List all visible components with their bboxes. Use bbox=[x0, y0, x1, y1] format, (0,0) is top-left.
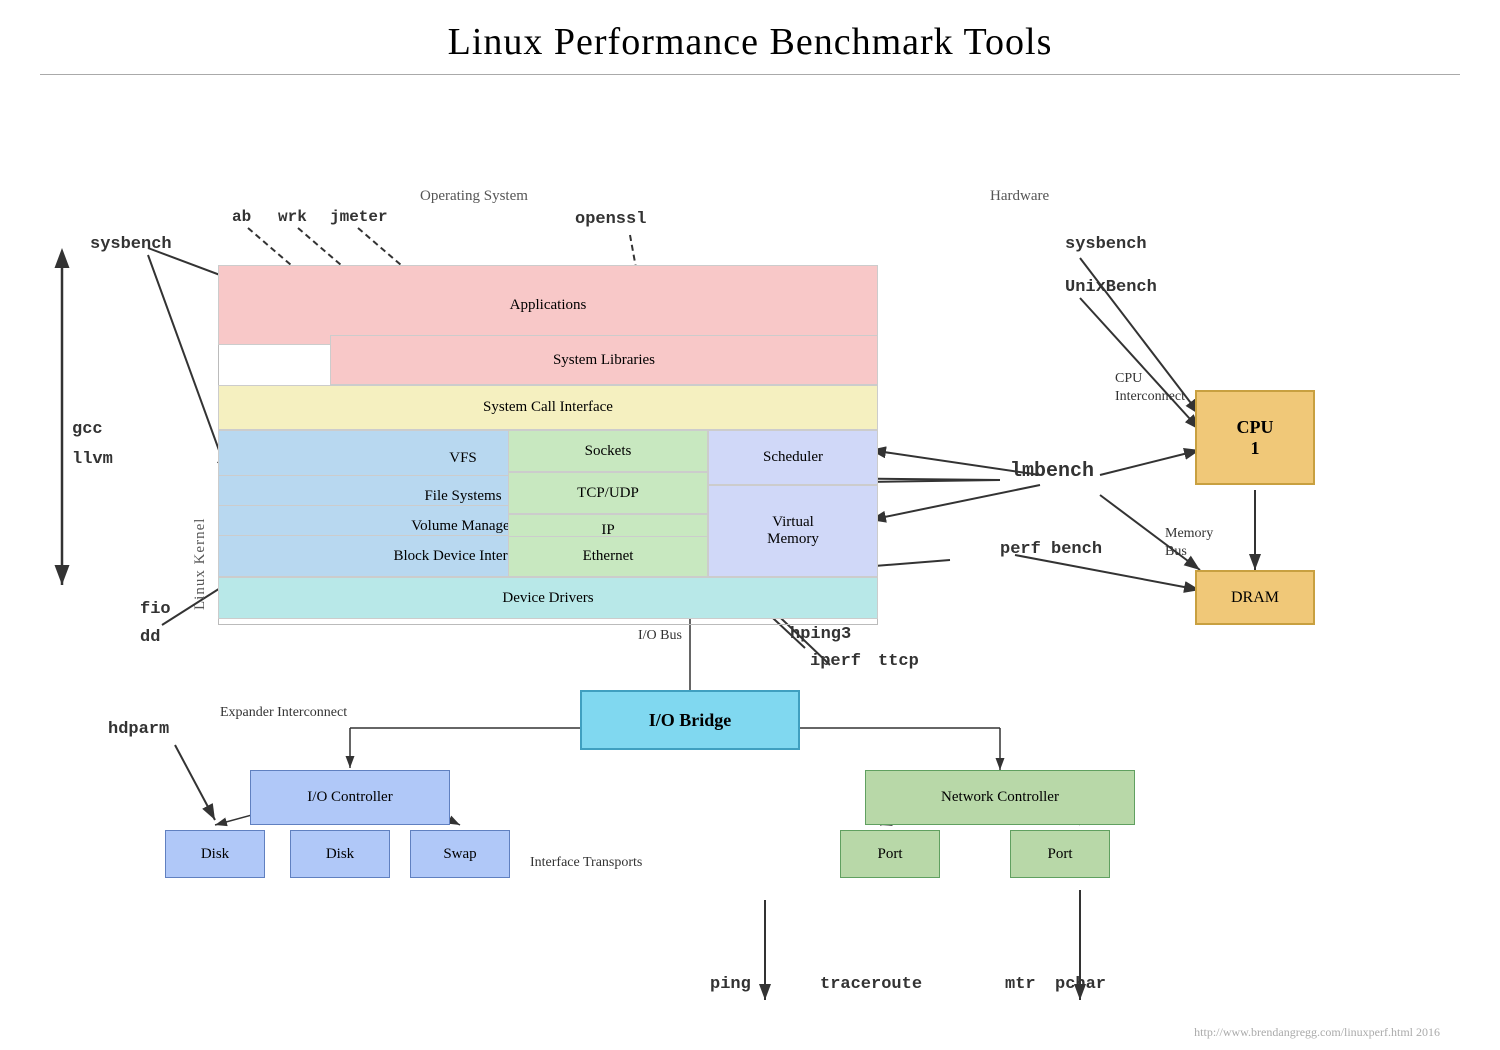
tool-fio: fio bbox=[140, 600, 171, 619]
tool-pchar: pchar bbox=[1055, 975, 1106, 994]
tool-hdparm: hdparm bbox=[108, 720, 169, 739]
tool-sysbench-left: sysbench bbox=[90, 235, 172, 254]
interface-transports-label: Interface Transports bbox=[530, 855, 642, 871]
tool-sysbench-right: sysbench bbox=[1065, 235, 1147, 254]
os-section-label: Operating System bbox=[420, 188, 528, 205]
dram-box: DRAM bbox=[1195, 570, 1315, 625]
network-controller-label: Network Controller bbox=[941, 789, 1059, 806]
port2-box: Port bbox=[1010, 830, 1110, 878]
swap-label: Swap bbox=[443, 846, 476, 863]
tool-hping3: hping3 bbox=[790, 625, 851, 644]
ethernet-box: Ethernet bbox=[508, 536, 708, 577]
tool-lmbench: lmbench bbox=[1010, 460, 1094, 483]
tool-mtr: mtr bbox=[1005, 975, 1036, 994]
tool-unixbench: UnixBench bbox=[1065, 278, 1157, 297]
tool-ping: ping bbox=[710, 975, 751, 994]
cpu-interconnect-label: CPUInterconnect bbox=[1115, 370, 1185, 406]
tool-jmeter: jmeter bbox=[330, 208, 388, 226]
tool-wrk: wrk bbox=[278, 208, 307, 226]
network-controller-box: Network Controller bbox=[865, 770, 1135, 825]
syscall-label: System Call Interface bbox=[483, 399, 613, 416]
device-drivers-label: Device Drivers bbox=[502, 590, 593, 607]
cpu-box: CPU 1 bbox=[1195, 390, 1315, 485]
expander-interconnect-label: Expander Interconnect bbox=[220, 705, 347, 721]
virtual-memory-box: Virtual Memory bbox=[708, 485, 878, 577]
title-divider bbox=[40, 74, 1460, 75]
io-controller-label: I/O Controller bbox=[307, 789, 392, 806]
disk1-box: Disk bbox=[165, 830, 265, 878]
filesystems-label: File Systems bbox=[424, 488, 501, 505]
ethernet-label: Ethernet bbox=[583, 548, 634, 565]
url-label: http://www.brendangregg.com/linuxperf.ht… bbox=[1194, 1025, 1440, 1040]
device-drivers-box: Device Drivers bbox=[218, 577, 878, 619]
vfs-label: VFS bbox=[449, 450, 477, 467]
tool-llvm: llvm bbox=[72, 450, 113, 469]
cpu-label: CPU 1 bbox=[1237, 417, 1274, 459]
io-controller-box: I/O Controller bbox=[250, 770, 450, 825]
tool-ab: ab bbox=[232, 208, 251, 226]
port1-box: Port bbox=[840, 830, 940, 878]
disk2-box: Disk bbox=[290, 830, 390, 878]
tool-gcc: gcc bbox=[72, 420, 103, 439]
system-libraries-label: System Libraries bbox=[553, 352, 655, 369]
tool-openssl: openssl bbox=[575, 210, 646, 229]
applications-box: Applications bbox=[218, 265, 878, 345]
virtual-memory-label: Virtual Memory bbox=[767, 514, 819, 548]
dram-label: DRAM bbox=[1231, 589, 1279, 607]
disk1-label: Disk bbox=[201, 846, 229, 863]
hw-section-label: Hardware bbox=[990, 188, 1049, 205]
volume-manager-label: Volume Manager bbox=[411, 518, 514, 535]
scheduler-box: Scheduler bbox=[708, 430, 878, 485]
io-bridge-label: I/O Bridge bbox=[649, 710, 732, 731]
memory-bus-label: MemoryBus bbox=[1165, 525, 1213, 561]
port1-label: Port bbox=[877, 846, 902, 863]
system-libraries-box: System Libraries bbox=[330, 335, 878, 385]
tool-traceroute: traceroute bbox=[820, 975, 922, 994]
tcpudp-label: TCP/UDP bbox=[577, 485, 639, 502]
linux-kernel-label: Linux Kernel bbox=[192, 370, 209, 610]
diagram-container: Operating System Hardware sysbench ab wr… bbox=[0, 80, 1500, 1050]
sockets-label: Sockets bbox=[585, 443, 632, 460]
tcpudp-box: TCP/UDP bbox=[508, 472, 708, 514]
port2-label: Port bbox=[1047, 846, 1072, 863]
applications-label: Applications bbox=[510, 297, 587, 314]
syscall-box: System Call Interface bbox=[218, 385, 878, 430]
tool-iperf: iperf bbox=[810, 652, 861, 671]
io-bus-label: I/O Bus bbox=[638, 628, 682, 644]
io-bridge-box: I/O Bridge bbox=[580, 690, 800, 750]
disk2-label: Disk bbox=[326, 846, 354, 863]
tool-ttcp: ttcp bbox=[878, 652, 919, 671]
swap-box: Swap bbox=[410, 830, 510, 878]
tool-perf-bench: perf bench bbox=[1000, 540, 1102, 559]
tool-dd: dd bbox=[140, 628, 160, 647]
scheduler-label: Scheduler bbox=[763, 449, 823, 466]
sockets-box: Sockets bbox=[508, 430, 708, 472]
page-title: Linux Performance Benchmark Tools bbox=[0, 0, 1500, 74]
